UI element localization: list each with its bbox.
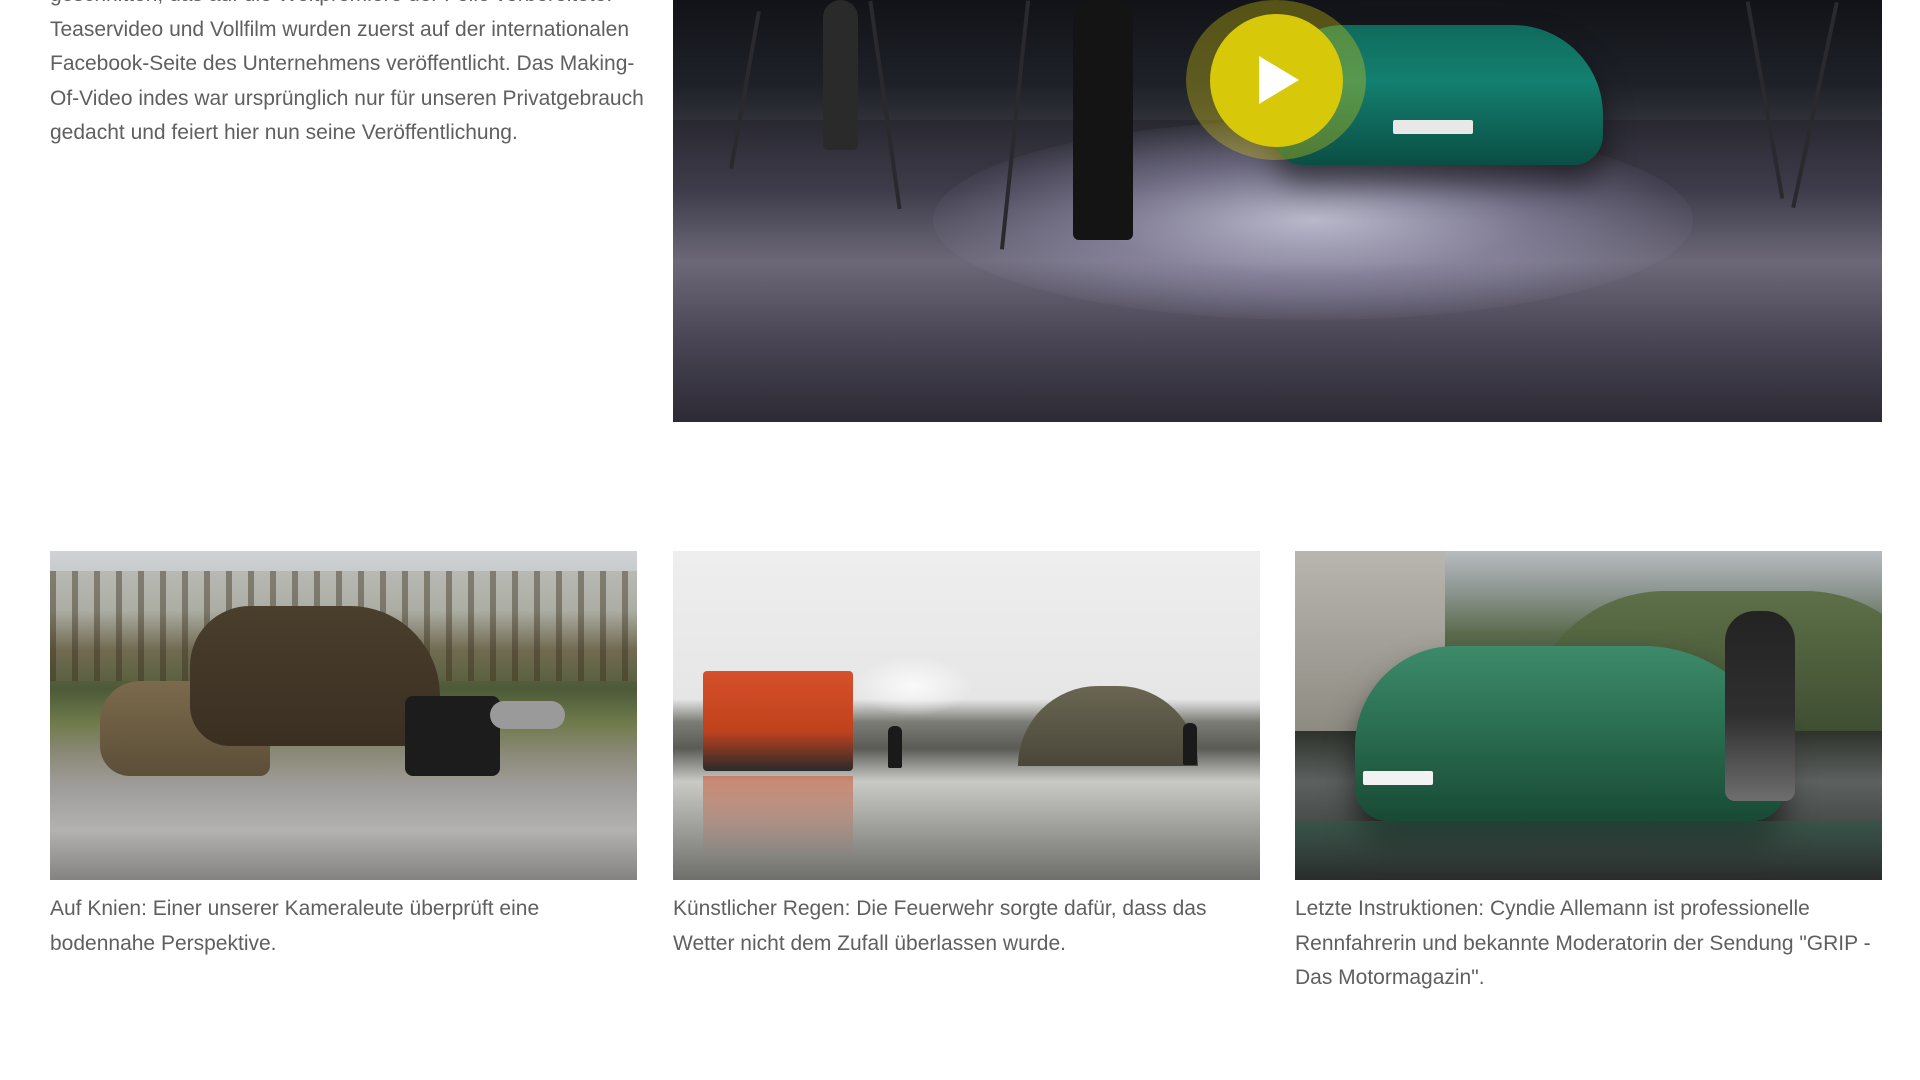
image-ground (50, 781, 637, 880)
gallery-image-green-car[interactable] (1295, 551, 1882, 880)
image-fire-truck (703, 671, 853, 771)
gallery-item-camera: Auf Knien: Einer unserer Kameraleute übe… (50, 551, 637, 961)
image-firefighter (1183, 723, 1197, 765)
image-license-plate (1363, 771, 1433, 785)
play-icon (1259, 56, 1299, 104)
gallery-item-fire: Künstlicher Regen: Die Feuerwehr sorgte … (673, 551, 1260, 961)
image-microphone (490, 701, 565, 729)
video-crew-member (1073, 0, 1133, 240)
image-water-spray (853, 656, 973, 716)
intro-paragraph: geschnitten, das auf die Weltpremiere de… (50, 0, 644, 145)
image-truck-reflection (703, 776, 853, 856)
gallery-image-camera-operator[interactable] (50, 551, 637, 880)
image-person (1725, 611, 1795, 801)
image-hangar (1018, 686, 1198, 766)
gallery-item-car: Letzte Instruktionen: Cyndie Allemann is… (1295, 551, 1882, 996)
gallery-caption: Auf Knien: Einer unserer Kameraleute übe… (50, 897, 540, 955)
image-wet-ground (1295, 821, 1882, 880)
image-sports-car (1355, 646, 1785, 821)
gallery-caption: Letzte Instruktionen: Cyndie Allemann is… (1295, 897, 1871, 990)
page: geschnitten, das auf die Weltpremiere de… (0, 0, 1920, 1080)
image-firefighter (888, 726, 902, 768)
gallery-image-fire-brigade[interactable] (673, 551, 1260, 880)
video-crew-member (823, 0, 858, 150)
image-camera (405, 696, 500, 776)
image-operator-body (190, 606, 440, 746)
play-button[interactable] (1186, 0, 1366, 160)
gallery-caption: Künstlicher Regen: Die Feuerwehr sorgte … (673, 897, 1207, 955)
